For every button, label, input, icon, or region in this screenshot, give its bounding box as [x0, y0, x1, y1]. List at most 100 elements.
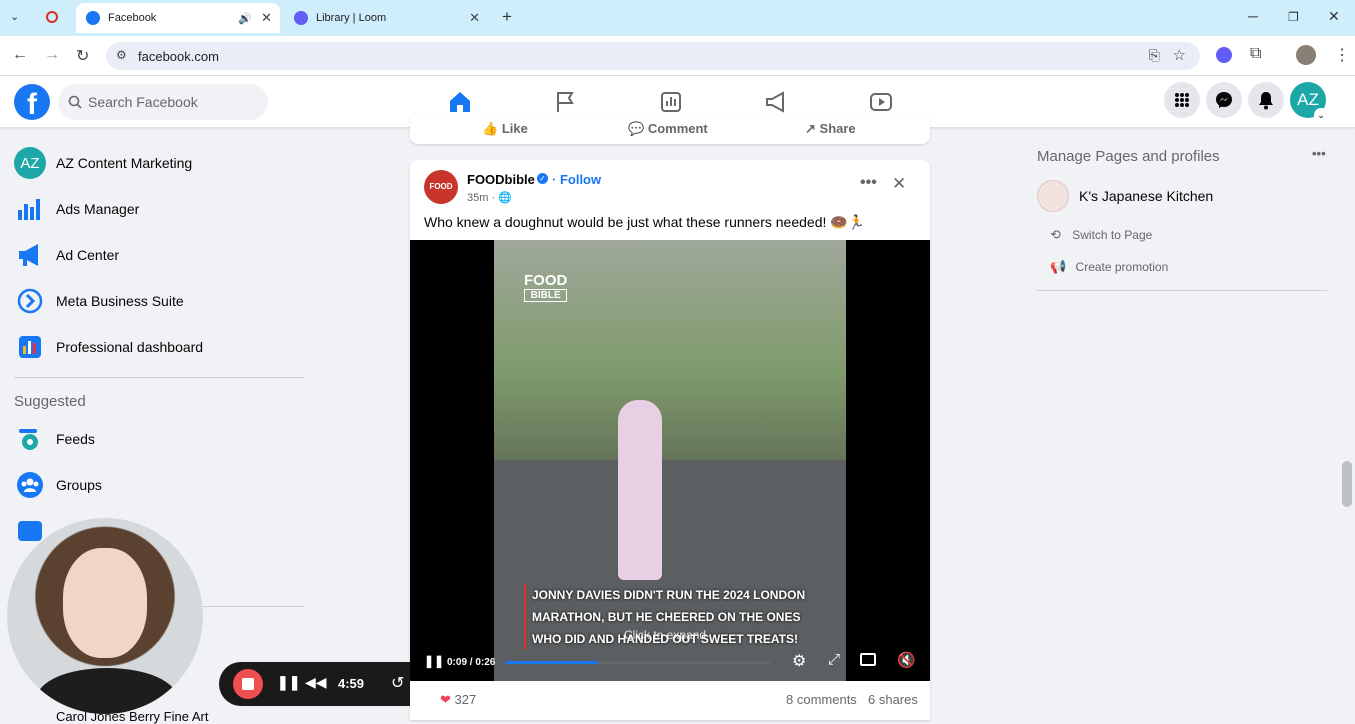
tab-loom-title: Library | Loom — [316, 12, 387, 24]
extension-loom-icon[interactable] — [1216, 47, 1232, 63]
sidebar-item-label: Professional dashboard — [56, 339, 204, 355]
sidebar-item-feeds[interactable]: Feeds — [14, 421, 95, 457]
restore-icon[interactable]: ❐ — [1288, 10, 1299, 24]
create-promotion-link[interactable]: 📢 Create promotion — [1050, 259, 1168, 275]
follow-label: Follow — [559, 172, 602, 187]
expand-overlay[interactable]: Click to expand — [624, 628, 706, 642]
menu-grid-button[interactable] — [1164, 82, 1200, 118]
sidebar-item-ad-center[interactable]: Ad Center — [14, 237, 119, 273]
like-button[interactable]: 👍 Like — [482, 121, 528, 137]
like-label: Like — [501, 121, 528, 136]
sidebar-item-label: AZ Content Marketing — [56, 155, 193, 171]
home-icon[interactable] — [446, 88, 474, 116]
facebook-logo-icon[interactable]: f — [14, 84, 50, 120]
profile-avatar: AZ — [14, 147, 46, 179]
url-text: facebook.com — [138, 49, 219, 64]
page-avatar[interactable] — [1037, 180, 1069, 212]
sidebar-item-ads-manager[interactable]: Ads Manager — [14, 191, 139, 227]
facebook-favicon-icon — [86, 11, 100, 25]
camera-shoulders — [37, 668, 177, 714]
install-app-icon[interactable]: ⎘ — [1149, 47, 1160, 64]
fullscreen-icon[interactable]: ⤢ — [828, 651, 840, 668]
watermark-line1: FOOD — [524, 272, 568, 289]
more-options-icon[interactable]: ••• — [860, 174, 877, 192]
messenger-button[interactable] — [1206, 82, 1242, 118]
new-tab-icon[interactable]: + — [502, 7, 512, 27]
page-scrollbar-thumb[interactable] — [1342, 461, 1352, 507]
notifications-button[interactable] — [1248, 82, 1284, 118]
tab-loom[interactable]: Library | Loom ✕ — [284, 3, 488, 33]
flag-icon[interactable] — [551, 88, 579, 116]
site-info-icon[interactable]: ⚙ — [116, 48, 127, 62]
sidebar-item-az-content-marketing[interactable]: AZ AZ Content Marketing — [14, 145, 192, 181]
stop-recording-button[interactable] — [233, 669, 263, 699]
address-bar[interactable]: ⚙ facebook.com ⎘ ☆ — [106, 42, 1200, 70]
loom-timer: 4:59 — [338, 676, 365, 691]
video-progress-track[interactable] — [505, 661, 770, 664]
post-card: FOOD FOODbible ✓ · Follow 35m · 🌐 ••• ✕ … — [410, 160, 930, 720]
mute-icon[interactable]: 🔇 — [897, 651, 916, 669]
messenger-icon — [1216, 92, 1232, 108]
browser-toolbar: ← → ↻ ⚙ facebook.com ⎘ ☆ ⧉ ⋮ — [0, 36, 1355, 76]
bar-chart-icon — [14, 193, 46, 225]
back-icon[interactable]: ← — [12, 46, 28, 64]
promotion-megaphone-icon: 📢 — [1050, 259, 1067, 274]
shares-count[interactable]: 6 shares — [868, 692, 918, 707]
pause-icon[interactable]: ❚❚ — [277, 674, 300, 691]
avatar-initials: AZ — [1297, 90, 1319, 109]
share-icon: ↗ — [805, 121, 816, 136]
forward-icon[interactable]: → — [44, 46, 60, 64]
minimize-icon[interactable]: ─ — [1248, 8, 1258, 24]
promo-label: Create promotion — [1075, 260, 1169, 274]
video-icon[interactable] — [867, 88, 895, 116]
page-name[interactable]: K's Japanese Kitchen — [1079, 188, 1213, 204]
pause-icon[interactable]: ❚❚ — [424, 654, 444, 668]
restart-icon[interactable]: ↺ — [391, 673, 404, 693]
browser-menu-icon[interactable]: ⋮ — [1334, 45, 1350, 65]
extensions-puzzle-icon[interactable]: ⧉ — [1250, 45, 1261, 63]
author-avatar[interactable]: FOOD — [424, 170, 458, 204]
settings-gear-icon[interactable]: ⚙ — [792, 651, 806, 671]
tab-close-icon[interactable]: ✕ — [469, 10, 480, 26]
search-input[interactable]: Search Facebook — [58, 84, 268, 120]
tab-search-icon[interactable]: ⌄ — [10, 10, 19, 23]
loom-camera-bubble[interactable] — [7, 518, 203, 714]
window-close-icon[interactable]: ✕ — [1328, 8, 1340, 25]
video-player[interactable]: FOOD BIBLE JONNY DAVIES DIDN'T RUN THE 2… — [410, 240, 930, 681]
sidebar-item-professional-dashboard[interactable]: Professional dashboard — [14, 329, 203, 365]
tab-facebook[interactable]: Facebook 🔊 ✕ — [76, 3, 280, 33]
watermark-line2: BIBLE — [524, 289, 568, 302]
sidebar-item-label: Feeds — [56, 431, 95, 447]
speaker-icon[interactable]: 🔊 — [238, 12, 252, 25]
comment-button[interactable]: 💬 Comment — [628, 121, 708, 137]
browser-profile-avatar[interactable] — [1296, 45, 1316, 65]
more-options-icon[interactable]: ••• — [1312, 146, 1326, 161]
share-button[interactable]: ↗ Share — [805, 121, 856, 137]
rewind-icon[interactable]: ◀◀ — [305, 674, 327, 691]
video-sidebar-icon[interactable] — [18, 521, 42, 541]
verified-badge-icon: ✓ — [537, 173, 548, 184]
reload-icon[interactable]: ↻ — [76, 46, 89, 66]
bookmark-star-icon[interactable]: ☆ — [1173, 46, 1186, 64]
author-name[interactable]: FOODbible — [467, 172, 535, 187]
tab-close-icon[interactable]: ✕ — [261, 10, 272, 26]
grid-icon — [1175, 93, 1189, 107]
follow-link[interactable]: · Follow — [552, 172, 601, 187]
sidebar-item-meta-business-suite[interactable]: Meta Business Suite — [14, 283, 184, 319]
sidebar-item-groups[interactable]: Groups — [14, 467, 102, 503]
account-chevron-icon[interactable]: ⌄ — [1314, 108, 1328, 122]
insights-icon[interactable] — [657, 88, 685, 116]
picture-in-picture-icon[interactable] — [860, 653, 876, 666]
video-progress-fill — [505, 661, 598, 664]
reactions-summary[interactable]: ❤ 327 — [440, 692, 476, 708]
right-divider — [1037, 290, 1327, 291]
switch-to-page-link[interactable]: ⟲ Switch to Page — [1050, 227, 1152, 243]
post-text: Who knew a doughnut would be just what t… — [424, 214, 866, 230]
previous-post-actions: 👍 Like 💬 Comment ↗ Share — [410, 116, 930, 144]
comment-label: Comment — [647, 121, 708, 136]
reactions-count: 327 — [454, 692, 477, 707]
comments-count[interactable]: 8 comments — [786, 692, 857, 707]
close-post-icon[interactable]: ✕ — [892, 174, 906, 194]
video-frame: FOOD BIBLE JONNY DAVIES DIDN'T RUN THE 2… — [494, 240, 846, 681]
megaphone-icon[interactable] — [762, 88, 790, 116]
